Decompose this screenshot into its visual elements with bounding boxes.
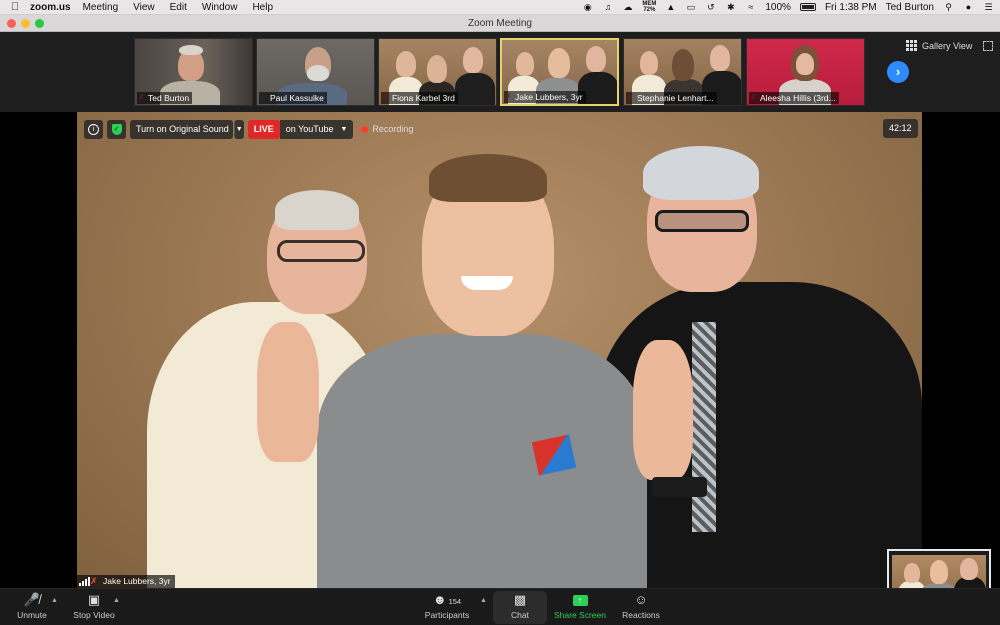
mic-muted-icon: 🎤̸ [23,592,41,607]
memory-monitor[interactable]: MEM 72% [642,1,656,13]
original-sound-dropdown[interactable]: ▼ [233,119,244,139]
info-icon: i [88,123,99,135]
next-page-button[interactable]: › [887,61,909,83]
participants-label: Participants [424,610,470,620]
participant-tile-ted-burton[interactable]: ✗ Ted Burton [134,38,253,106]
participant-tile-aleesha-hillis[interactable]: ✗ Aleesha Hillis (3rd... [746,38,865,106]
wifi-icon[interactable]: ≈ [745,2,756,13]
participant-tile-paul-kassulke[interactable]: Paul Kassulke [256,38,375,106]
video-options-caret[interactable]: ▲ [113,597,120,604]
gallery-strip: ✗ Ted Burton Paul Kassulke ✗ Fiona Karbe… [0,32,1000,112]
menu-edit[interactable]: Edit [170,2,187,13]
chevron-down-icon: ▼ [235,125,243,133]
meeting-info-button[interactable]: i [84,119,103,139]
chat-label: Chat [511,610,529,620]
reactions-label: Reactions [622,610,660,620]
live-badge[interactable]: LIVE [247,119,280,139]
chevron-right-icon: › [895,64,901,79]
battery-icon[interactable] [799,3,816,11]
creative-cloud-icon[interactable]: ☁ [622,2,633,13]
app-menu[interactable]: zoom.us [30,2,71,13]
recording-label: Recording [372,124,414,134]
meeting-timer: 42:12 [883,119,918,138]
grid-icon [906,40,917,51]
participant-name: Jake Lubbers, 3yr [504,91,586,103]
menu-view[interactable]: View [133,2,155,13]
chat-button[interactable]: ▩ Chat [493,591,547,624]
stop-video-label: Stop Video [73,610,115,620]
participant-name: Stephanie Lenhart... [626,92,717,104]
participants-count: 154 [448,597,462,606]
fullscreen-icon[interactable] [983,41,993,51]
security-button[interactable]: ✓ [107,119,126,139]
unmute-button[interactable]: 🎤̸ Unmute [12,591,52,624]
apple-icon[interactable]:  [6,1,24,13]
recording-status[interactable]: Recording [361,124,413,134]
meeting-status-bar: i ✓ Turn on Original Sound ▼ LIVE on You… [84,119,413,139]
menu-meeting[interactable]: Meeting [83,2,119,13]
minimize-window-button[interactable] [21,19,30,28]
participant-name: Paul Kassulke [259,92,327,104]
participants-icon: ☻ 154 [432,592,462,607]
gallery-view-button[interactable]: Gallery View [906,40,972,51]
chevron-down-icon: ▼ [340,125,348,133]
notification-center-icon[interactable]: ☰ [983,2,994,13]
participant-name: Fiona Karbel 3rd [381,92,458,104]
zoom-window-button[interactable] [35,19,44,28]
close-window-button[interactable] [7,19,16,28]
audio-options-caret[interactable]: ▲ [51,597,58,604]
participant-name: Aleesha Hillis (3rd... [749,92,839,104]
muted-mic-icon: ✗ [90,576,98,586]
window-title: Zoom Meeting [468,18,532,29]
menu-help[interactable]: Help [252,2,273,13]
recording-dot-icon [361,125,369,133]
livestream-platform-label: on YouTube [285,124,334,134]
menu-window[interactable]: Window [202,2,238,13]
unmute-label: Unmute [17,610,47,620]
time-machine-icon[interactable]: ↺ [705,2,716,13]
livestream-platform-dropdown[interactable]: on YouTube ▼ [279,119,354,139]
gallery-view-label: Gallery View [922,40,973,51]
participant-tile-stephanie-lenhart[interactable]: ✗ Stephanie Lenhart... [623,38,742,106]
drive-tray-icon[interactable]: ▭ [685,2,696,13]
siri-icon[interactable]: ● [963,2,974,13]
music-tray-icon[interactable]: ♫ [602,2,613,13]
connection-signal-icon [79,577,90,586]
share-screen-button[interactable]: ↑ Share Screen [552,591,608,624]
participant-name: Ted Burton [137,92,193,104]
smiley-add-icon: ☺ [634,592,648,607]
participant-tile-fiona-karbel[interactable]: ✗ Fiona Karbel 3rd [378,38,497,106]
share-screen-label: Share Screen [554,610,606,620]
reactions-button[interactable]: ☺ Reactions [618,591,664,624]
menu-bar:  zoom.us Meeting View Edit Window Help … [0,0,1000,15]
mountain-tray-icon[interactable]: ▲ [665,2,676,13]
participants-options-caret[interactable]: ▲ [480,597,487,604]
user-name[interactable]: Ted Burton [886,2,934,13]
clock[interactable]: Fri 1:38 PM [825,2,877,13]
stop-video-button[interactable]: ▣ Stop Video [68,591,120,624]
participant-tile-jake-lubbers[interactable]: ✗ Jake Lubbers, 3yr [500,38,619,106]
speaker-view [0,112,1000,588]
zoom-tray-icon[interactable]: ◉ [582,2,593,13]
bluetooth-icon[interactable]: ✱ [725,2,736,13]
participants-button[interactable]: ☻ 154 Participants [420,591,474,624]
active-speaker-video [77,112,922,588]
battery-percent[interactable]: 100% [765,2,791,13]
meeting-controls-toolbar: 🎤̸ Unmute ▲ ▣ Stop Video ▲ ☻ 154 Particip… [0,588,1000,625]
shield-check-icon: ✓ [111,123,122,135]
share-screen-icon: ↑ [552,591,608,609]
chat-bubble-icon: ▩ [513,592,527,607]
window-title-bar: Zoom Meeting [0,15,1000,32]
original-sound-button[interactable]: Turn on Original Sound [130,119,233,139]
spotlight-search-icon[interactable]: ⚲ [943,2,954,13]
